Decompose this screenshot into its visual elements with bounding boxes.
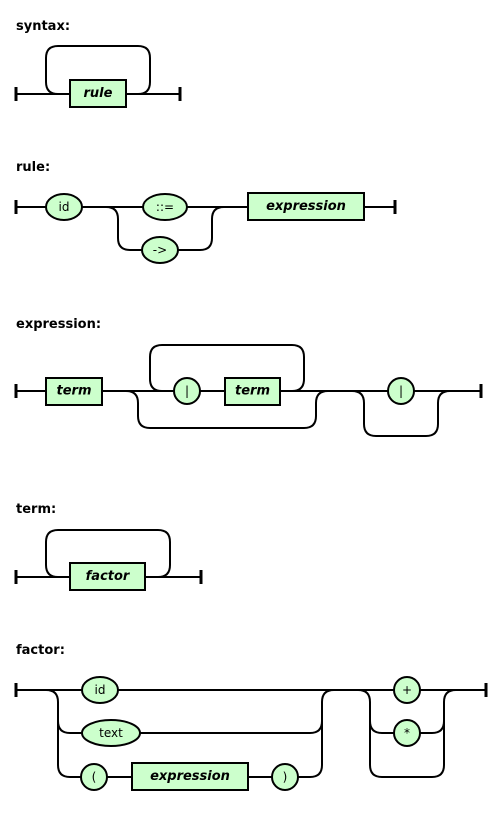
- nonterminal-expression[interactable]: expression: [131, 762, 249, 791]
- svg-text:term: term: [235, 384, 270, 399]
- rule-label-factor: factor:: [16, 643, 65, 658]
- terminal-pipe-optional[interactable]: |: [387, 377, 415, 405]
- rule-term: term: factor: [14, 502, 203, 591]
- svg-text:term: term: [57, 384, 92, 399]
- rule-label-syntax: syntax:: [16, 19, 70, 34]
- terminal-id[interactable]: id: [45, 193, 83, 221]
- rule-rule: rule: id ::= -> expression: [14, 160, 397, 264]
- svg-text:(: (: [92, 770, 97, 784]
- svg-text:): ): [283, 770, 288, 784]
- svg-text:|: |: [399, 384, 403, 398]
- svg-text:+: +: [402, 683, 412, 697]
- nonterminal-factor[interactable]: factor: [69, 562, 146, 591]
- terminal-close-paren[interactable]: ): [271, 763, 299, 791]
- terminal-pipe[interactable]: |: [173, 377, 201, 405]
- terminal-star[interactable]: *: [393, 719, 421, 747]
- svg-text:rule: rule: [84, 86, 113, 101]
- svg-text:factor: factor: [86, 569, 131, 584]
- terminal-text[interactable]: text: [81, 719, 141, 747]
- rule-label-rule: rule:: [16, 160, 50, 175]
- rule-label-expression: expression:: [16, 317, 101, 332]
- nonterminal-term-repeat[interactable]: term: [224, 377, 281, 406]
- svg-text:id: id: [95, 683, 106, 697]
- terminal-id[interactable]: id: [81, 676, 119, 704]
- svg-text:*: *: [404, 726, 410, 740]
- terminal-plus[interactable]: +: [393, 676, 421, 704]
- terminal-assign[interactable]: ::=: [142, 193, 188, 221]
- railroad-diagram: syntax: rule rule: id ::= -> expression …: [14, 19, 488, 791]
- svg-text:id: id: [59, 200, 70, 214]
- svg-text:expression: expression: [266, 199, 346, 214]
- rule-label-term: term:: [16, 502, 56, 517]
- rule-expression: expression: term | term |: [14, 317, 483, 437]
- terminal-open-paren[interactable]: (: [80, 763, 108, 791]
- nonterminal-rule[interactable]: rule: [69, 79, 127, 108]
- svg-text:expression: expression: [150, 769, 230, 784]
- svg-text:->: ->: [153, 243, 167, 257]
- terminal-arrow[interactable]: ->: [141, 236, 179, 264]
- rule-factor: factor: id text ( expression ) + *: [14, 643, 488, 791]
- nonterminal-expression[interactable]: expression: [247, 192, 365, 221]
- rule-syntax: syntax: rule: [14, 19, 182, 108]
- svg-text:text: text: [99, 726, 123, 740]
- nonterminal-term[interactable]: term: [45, 377, 103, 406]
- svg-text:|: |: [185, 384, 189, 398]
- svg-text:::=: ::=: [156, 200, 174, 214]
